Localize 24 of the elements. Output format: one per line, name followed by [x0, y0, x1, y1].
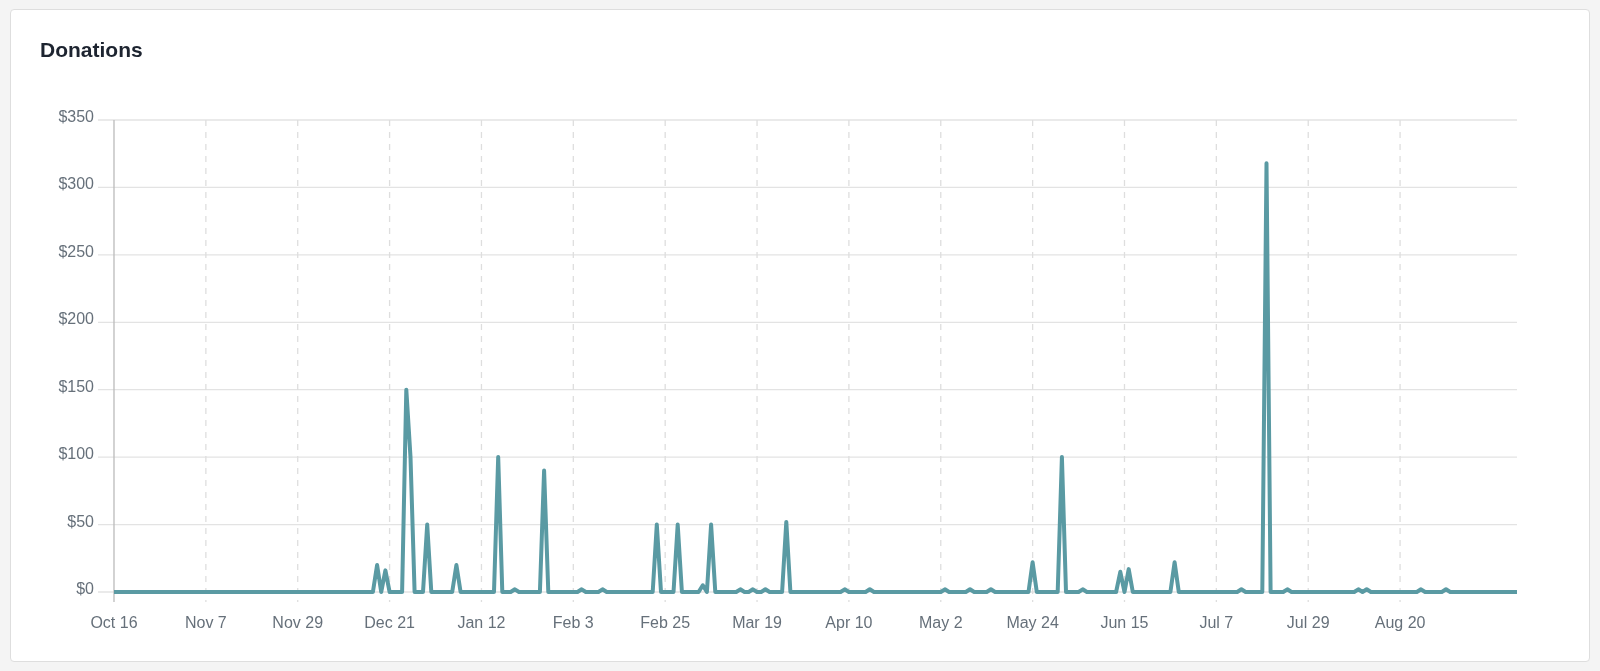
- x-tick-label: Apr 10: [825, 614, 873, 631]
- x-tick-label: May 24: [1006, 614, 1059, 631]
- x-tick-label: Jan 12: [457, 614, 506, 631]
- y-tick-label: $350: [58, 108, 94, 125]
- x-tick-label: Jul 7: [1199, 614, 1234, 631]
- x-tick-label: Nov 29: [272, 614, 324, 631]
- y-tick-label: $0: [76, 580, 94, 597]
- x-tick-label: May 2: [919, 614, 963, 631]
- y-tick-label: $150: [58, 377, 94, 395]
- card-title: Donations: [39, 38, 144, 62]
- x-tick-label: Oct 16: [90, 614, 138, 631]
- y-tick-label: $50: [67, 512, 94, 530]
- x-tick-label: Mar 19: [732, 614, 782, 631]
- x-tick-label: Aug 20: [1374, 614, 1426, 631]
- y-tick-label: $300: [58, 175, 94, 193]
- y-tick-label: $250: [58, 242, 94, 260]
- y-tick-label: $200: [58, 310, 94, 328]
- x-tick-label: Jun 15: [1100, 614, 1149, 631]
- y-tick-label: $100: [58, 445, 94, 463]
- x-tick-label: Dec 21: [364, 614, 415, 631]
- x-tick-label: Jul 29: [1286, 614, 1330, 631]
- x-tick-label: Feb 25: [640, 614, 691, 631]
- x-tick-label: Nov 7: [184, 614, 227, 631]
- x-tick-label: Feb 3: [552, 614, 594, 631]
